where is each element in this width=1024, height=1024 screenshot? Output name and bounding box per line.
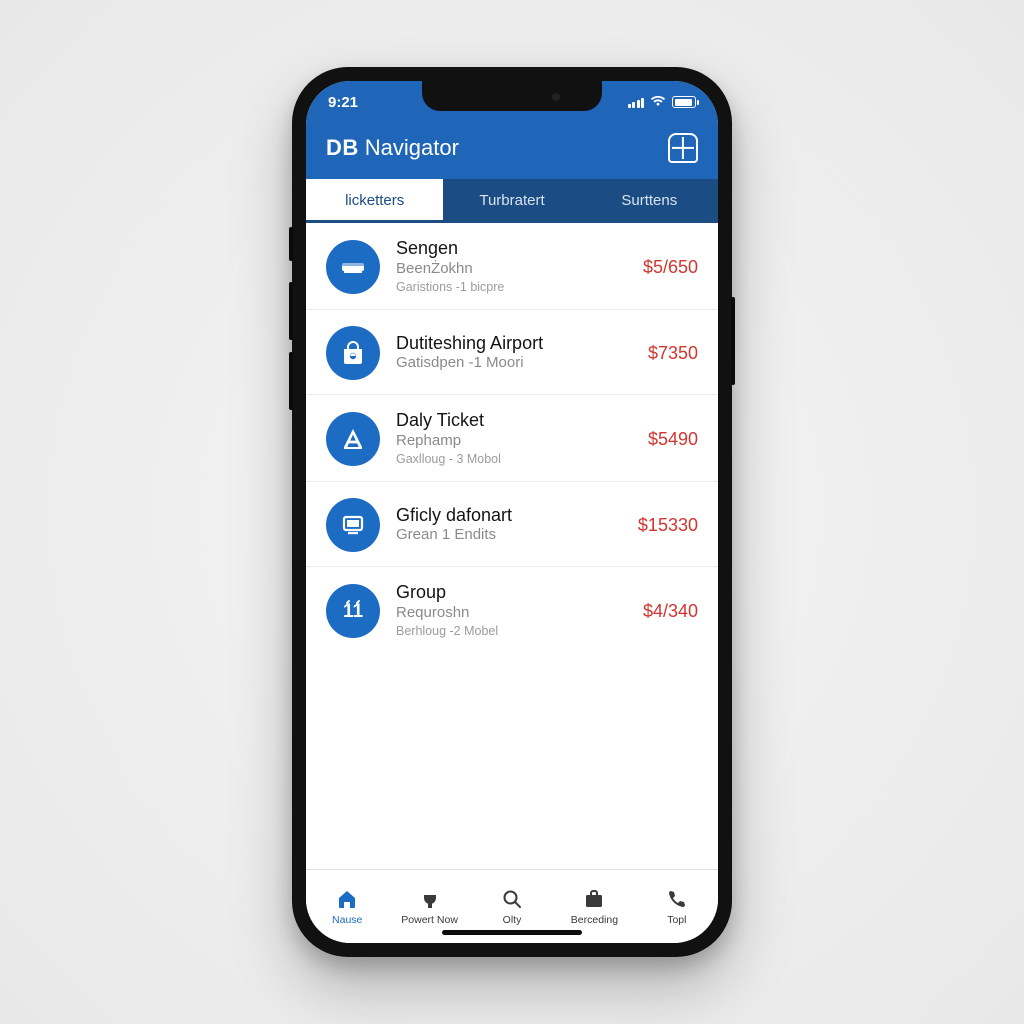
item-detail: Garistions -1 bicpre — [396, 279, 627, 295]
nav-label: Powert Now — [401, 914, 458, 926]
item-subtitle: Gatisdpen -1 Moori — [396, 354, 632, 372]
ticket-list: Sengen BeenŻokhn Garistions -1 bicpre $5… — [306, 223, 718, 869]
list-item[interactable]: Dutiteshing Airport Gatisdpen -1 Moori $… — [306, 310, 718, 395]
item-price: $5/650 — [643, 257, 698, 278]
tab-tickets[interactable]: licketters — [306, 179, 443, 223]
tab-label: Surttens — [621, 192, 677, 209]
screen: 9:21 DB Navigator licketters Turbratert … — [306, 81, 718, 943]
briefcase-icon — [582, 887, 606, 911]
list-item[interactable]: Sengen BeenŻokhn Garistions -1 bicpre $5… — [306, 223, 718, 310]
item-price: $7350 — [648, 343, 698, 364]
search-icon — [500, 887, 524, 911]
list-item[interactable]: 11 Group Requroshn Berhloug -2 Mobel $4/… — [306, 567, 718, 653]
volume-up — [289, 282, 293, 340]
item-price: $4/340 — [643, 601, 698, 622]
app-brand: DB Navigator — [326, 135, 459, 161]
nav-label: Topl — [667, 914, 686, 926]
home-icon — [335, 887, 359, 911]
item-subtitle: Rephamp — [396, 432, 632, 450]
nav-label: Olty — [503, 914, 522, 926]
list-item[interactable]: Daly Ticket Rephamp Gaxlloug - 3 Mobol $… — [306, 395, 718, 482]
item-price: $15330 — [638, 515, 698, 536]
item-title: Group — [396, 583, 627, 603]
nav-phone[interactable]: Topl — [636, 870, 718, 943]
window-icon[interactable] — [668, 133, 698, 163]
item-price: $5490 — [648, 429, 698, 450]
item-detail: Berhloug -2 Mobel — [396, 623, 627, 639]
cellular-icon — [628, 96, 645, 108]
svg-text:11: 11 — [343, 601, 364, 622]
monitor-icon — [326, 498, 380, 552]
item-title: Sengen — [396, 239, 627, 259]
item-title: Dutiteshing Airport — [396, 334, 632, 354]
status-time: 9:21 — [328, 94, 388, 111]
mute-switch — [289, 227, 293, 261]
app-header: DB Navigator — [306, 123, 718, 179]
tab-bar: licketters Turbratert Surttens — [306, 179, 718, 223]
tab-surttens[interactable]: Surttens — [581, 179, 718, 223]
tab-label: licketters — [345, 192, 404, 209]
nav-label: Nause — [332, 914, 362, 926]
nav-home[interactable]: Nause — [306, 870, 388, 943]
power-button — [731, 297, 735, 385]
tab-label: Turbratert — [479, 192, 544, 209]
app-title: Navigator — [365, 135, 459, 161]
train-icon — [326, 240, 380, 294]
battery-icon — [672, 96, 696, 108]
bag-icon — [326, 326, 380, 380]
item-title: Gficly dafonart — [396, 506, 622, 526]
volume-down — [289, 352, 293, 410]
notch — [422, 81, 602, 111]
phone-icon — [665, 887, 689, 911]
home-indicator[interactable] — [442, 930, 582, 935]
tab-turbratert[interactable]: Turbratert — [443, 179, 580, 223]
plug-icon — [418, 887, 442, 911]
brand-logo: DB — [326, 135, 359, 161]
nav-label: Berceding — [571, 914, 618, 926]
item-subtitle: BeenŻokhn — [396, 260, 627, 278]
item-subtitle: Grean 1 Endits — [396, 526, 622, 544]
number-11-icon: 11 — [326, 584, 380, 638]
item-title: Daly Ticket — [396, 411, 632, 431]
item-detail: Gaxlloug - 3 Mobol — [396, 451, 632, 467]
wifi-icon — [650, 94, 666, 111]
letter-a-icon — [326, 412, 380, 466]
phone-frame: 9:21 DB Navigator licketters Turbratert … — [292, 67, 732, 957]
item-subtitle: Requroshn — [396, 604, 627, 622]
list-item[interactable]: Gficly dafonart Grean 1 Endits $15330 — [306, 482, 718, 567]
